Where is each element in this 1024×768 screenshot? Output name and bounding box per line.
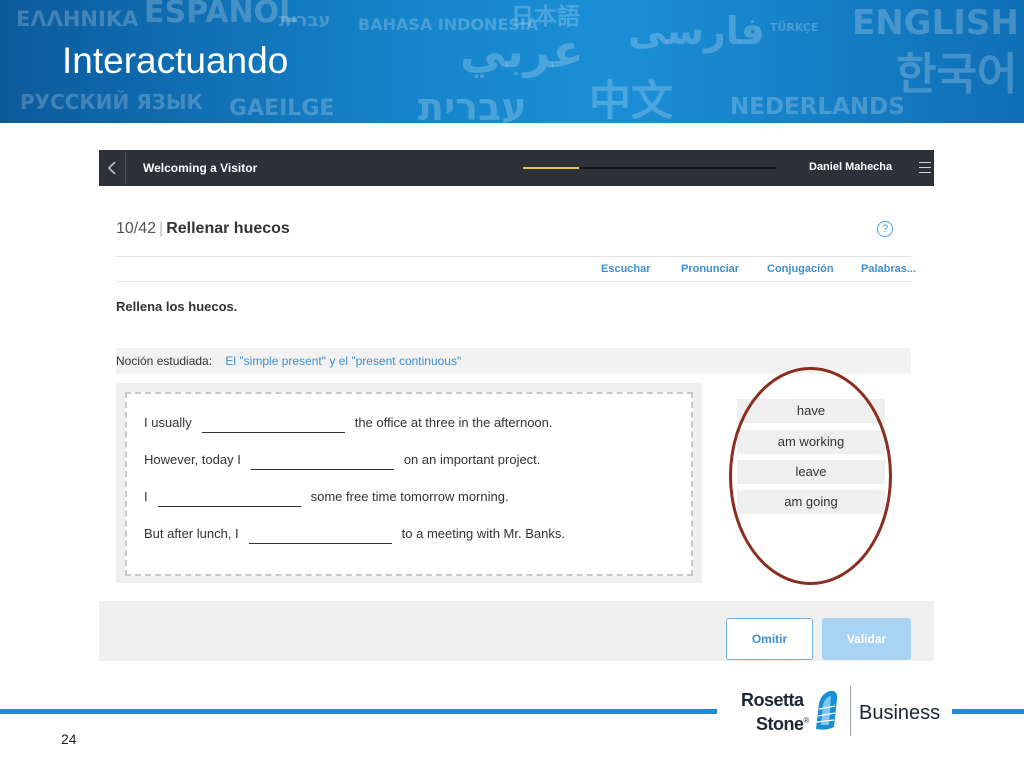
logo-rosetta: Rosetta	[741, 690, 804, 710]
header-separator: |	[159, 220, 164, 237]
sentence-text: the office at three in the afternoon.	[354, 415, 553, 430]
logo-business: Business	[859, 702, 941, 724]
validate-button[interactable]: Validar	[822, 618, 911, 660]
blank-slot-4[interactable]	[248, 530, 392, 544]
rosetta-stone-logo-icon	[816, 690, 838, 730]
registered-mark: ®	[803, 716, 810, 725]
lesson-progress-bar	[523, 167, 776, 169]
exercise-instruction: Rellena los huecos.	[116, 299, 238, 314]
banner-word: 한국어	[896, 49, 1018, 100]
notion-link[interactable]: El "simple present" y el "present contin…	[225, 354, 461, 368]
app-topbar: Welcoming a Visitor Daniel Mahecha	[99, 150, 934, 186]
blank-slot-3[interactable]	[157, 493, 301, 507]
notion-label: Noción estudiada:	[116, 354, 213, 368]
sentence-text: some free time tomorrow morning.	[310, 489, 509, 504]
slide-banner: ΕΛΛΗΝΙΚΑ ESPAÑOL עברית BAHASA INDONESIA …	[0, 0, 1024, 123]
hamburger-menu-icon[interactable]	[919, 162, 931, 173]
banner-word: ENGLISH	[852, 3, 1019, 43]
sentence-text: I usually	[144, 415, 192, 430]
drop-zone: I usually the office at three in the afte…	[125, 392, 693, 576]
slide-title: Interactuando	[62, 40, 289, 81]
footer-rule	[952, 709, 1024, 714]
banner-word: فارسی	[628, 9, 765, 53]
divider	[116, 256, 911, 257]
sentence-1: I usually the office at three in the afte…	[144, 415, 553, 433]
tool-conjugacion[interactable]: Conjugación	[767, 263, 834, 275]
banner-word: NEDERLANDS	[730, 94, 905, 120]
banner-word: РУССКИЙ ЯЗЫК	[20, 90, 203, 114]
tool-escuchar[interactable]: Escuchar	[601, 263, 651, 275]
exercise-footer: Omitir Validar	[99, 601, 934, 661]
app-window: Welcoming a Visitor Daniel Mahecha 10/42…	[99, 150, 934, 661]
sentence-2: However, today I on an important project.	[144, 452, 540, 470]
sentence-text: to a meeting with Mr. Banks.	[401, 526, 565, 541]
sentence-text: However, today I	[144, 452, 241, 467]
banner-word: עברית	[418, 85, 527, 123]
blank-slot-1[interactable]	[201, 419, 345, 433]
chevron-left-icon	[107, 161, 116, 175]
logo-divider	[850, 686, 851, 736]
exercise-title: Rellenar huecos	[166, 220, 290, 237]
sentence-3: Isome free time tomorrow morning.	[144, 489, 509, 507]
banner-word: ΕΛΛΗΝΙΚΑ	[16, 7, 139, 31]
banner-word: ESPAÑOL	[144, 0, 299, 30]
lesson-title: Welcoming a Visitor	[143, 161, 258, 175]
skip-button[interactable]: Omitir	[726, 618, 813, 660]
banner-word: عربي	[460, 24, 584, 78]
sentence-text: I	[144, 489, 148, 504]
exercise-counter: 10/42	[116, 220, 157, 237]
banner-word: TÜRKÇE	[770, 21, 819, 34]
banner-word: GAEILGE	[229, 96, 335, 121]
sentence-text: But after lunch, I	[144, 526, 239, 541]
back-button[interactable]	[99, 150, 126, 186]
banner-word: 中文	[589, 76, 674, 123]
blank-slot-2[interactable]	[250, 456, 394, 470]
banner-word: עברית	[279, 10, 331, 31]
sentence-4: But after lunch, I to a meeting with Mr. …	[144, 526, 565, 544]
divider	[116, 281, 911, 282]
tool-pronunciar[interactable]: Pronunciar	[681, 263, 739, 275]
user-name[interactable]: Daniel Mahecha	[809, 161, 892, 173]
tool-palabras[interactable]: Palabras...	[861, 263, 916, 275]
exercise-header: 10/42 | Rellenar huecos	[116, 220, 290, 238]
page-number: 24	[61, 731, 77, 747]
help-circle-icon[interactable]: ?	[877, 221, 893, 237]
footer-rule	[0, 709, 717, 714]
logo-stone: Stone®	[756, 711, 809, 734]
exercise-panel: I usually the office at three in the afte…	[116, 383, 702, 583]
highlight-circle	[729, 367, 892, 585]
logo-stone-text: Stone	[756, 714, 804, 734]
lesson-progress-fill	[523, 167, 579, 169]
sentence-text: on an important project.	[403, 452, 541, 467]
